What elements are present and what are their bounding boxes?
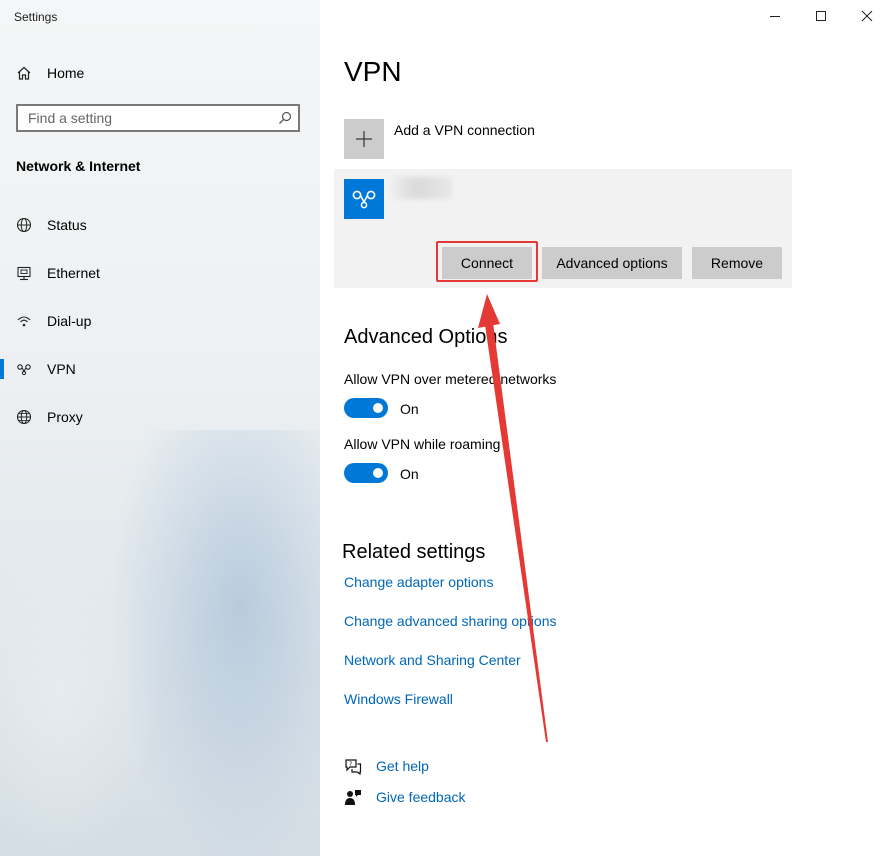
sidebar-home-label: Home [47, 65, 85, 81]
vpn-connection-name-redacted [392, 177, 452, 199]
give-feedback-label: Give feedback [376, 789, 466, 805]
page-title: VPN [344, 56, 402, 87]
vpn-connection-icon [344, 179, 384, 219]
sidebar-item-label: Proxy [47, 409, 83, 425]
toggle-knob [373, 468, 383, 478]
minimize-icon [770, 16, 780, 17]
search-input[interactable] [18, 106, 268, 130]
sidebar-item-label: Ethernet [47, 265, 100, 281]
search-box[interactable] [16, 104, 300, 132]
globe-icon [16, 217, 32, 233]
change-adapter-options-link[interactable]: Change adapter options [344, 574, 493, 590]
sidebar-item-dialup[interactable]: Dial-up [0, 303, 320, 339]
add-vpn-label: Add a VPN connection [394, 122, 535, 138]
sidebar-item-status[interactable]: Status [0, 207, 320, 243]
advanced-options-heading: Advanced Options [344, 326, 508, 348]
sidebar-item-proxy[interactable]: Proxy [0, 399, 320, 435]
roaming-toggle[interactable] [344, 463, 388, 483]
sidebar-section-title: Network & Internet [16, 158, 141, 174]
highlight-box [436, 241, 538, 282]
globe-icon [16, 409, 32, 425]
vpn-icon [17, 364, 31, 376]
feedback-person-icon [345, 790, 361, 805]
give-feedback-link[interactable]: Give feedback [344, 788, 466, 806]
remove-button[interactable]: Remove [692, 247, 782, 279]
metered-toggle-state: On [400, 401, 419, 417]
svg-text:?: ? [349, 761, 352, 768]
ethernet-icon [17, 266, 31, 281]
add-vpn-button[interactable]: Add a VPN connection [344, 119, 535, 159]
vpn-connection-card[interactable]: Connect Advanced options Remove [334, 169, 792, 288]
sidebar-item-label: Status [47, 217, 87, 233]
roaming-label: Allow VPN while roaming [344, 436, 501, 452]
sidebar-item-vpn[interactable]: VPN [0, 351, 320, 387]
close-icon [861, 10, 873, 22]
arrow-head [478, 294, 500, 328]
related-settings-heading: Related settings [342, 541, 486, 563]
metered-toggle[interactable] [344, 398, 388, 418]
add-vpn-tile[interactable] [344, 119, 384, 159]
toggle-knob [373, 403, 383, 413]
help-chat-icon: ? [345, 759, 362, 775]
sidebar-item-label: VPN [47, 361, 76, 377]
vpn-icon [352, 190, 376, 209]
get-help-label: Get help [376, 758, 429, 774]
maximize-icon [816, 11, 826, 21]
windows-firewall-link[interactable]: Windows Firewall [344, 691, 453, 707]
roaming-toggle-state: On [400, 466, 419, 482]
get-help-link[interactable]: ? Get help [344, 757, 429, 775]
close-button[interactable] [844, 0, 890, 32]
sidebar-item-ethernet[interactable]: Ethernet [0, 255, 320, 291]
sidebar-item-label: Dial-up [47, 313, 92, 329]
sidebar: Settings Home Network & Internet Status [0, 0, 320, 856]
plus-icon [356, 131, 372, 147]
window-title: Settings [14, 10, 58, 24]
maximize-button[interactable] [798, 0, 844, 32]
background-blur [0, 520, 160, 856]
minimize-button[interactable] [752, 0, 798, 32]
metered-label: Allow VPN over metered networks [344, 371, 557, 387]
advanced-options-button[interactable]: Advanced options [542, 247, 682, 279]
network-sharing-center-link[interactable]: Network and Sharing Center [344, 652, 521, 668]
search-icon[interactable] [278, 111, 292, 125]
home-icon [17, 66, 31, 80]
change-advanced-sharing-link[interactable]: Change advanced sharing options [344, 613, 557, 629]
sidebar-home[interactable]: Home [16, 63, 84, 83]
dialup-icon [17, 316, 31, 327]
